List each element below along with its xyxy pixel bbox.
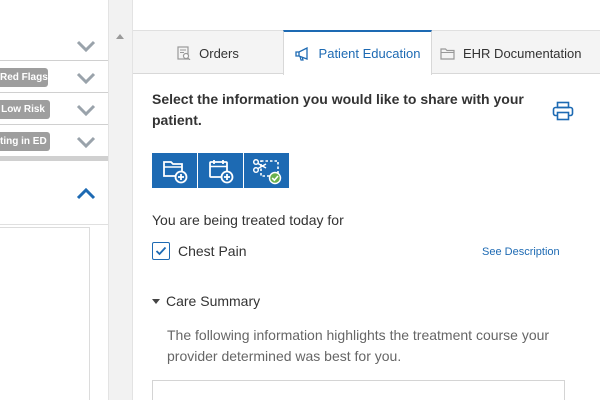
add-appointment-button[interactable] xyxy=(198,153,243,188)
scroll-up-arrow-icon[interactable] xyxy=(116,34,124,39)
tab-orders-label: Orders xyxy=(199,45,239,61)
orders-icon xyxy=(177,46,191,60)
accordion-row-waiting[interactable]: ting in ED xyxy=(0,126,108,157)
chest-pain-checkbox[interactable] xyxy=(152,242,170,260)
care-summary-description: The following information highlights the… xyxy=(167,327,550,364)
folder-add-icon xyxy=(162,160,187,183)
calendar-add-icon xyxy=(208,159,233,183)
waiting-badge: ting in ED xyxy=(0,132,50,151)
see-description-link[interactable]: See Description xyxy=(482,246,560,258)
print-icon[interactable] xyxy=(552,101,574,121)
chevron-down-icon[interactable] xyxy=(76,71,96,85)
clip-selection-button[interactable] xyxy=(244,153,289,188)
tab-orders[interactable]: Orders xyxy=(133,31,283,75)
right-panel: Orders Patient Education EHR Documentati… xyxy=(133,0,600,400)
chevron-up-icon[interactable] xyxy=(76,187,96,201)
tab-patient-education[interactable]: Patient Education xyxy=(283,30,432,75)
chevron-down-icon[interactable] xyxy=(76,135,96,149)
treated-for-label: You are being treated today for xyxy=(152,212,344,228)
care-summary-toggle[interactable]: Care Summary xyxy=(152,293,260,309)
left-panel: Red Flags Low Risk ting in ED xyxy=(0,0,108,400)
low-risk-badge: Low Risk xyxy=(0,100,50,119)
care-summary-label: Care Summary xyxy=(166,293,261,309)
diagnosis-label: Chest Pain xyxy=(178,243,247,259)
red-flags-badge: Red Flags xyxy=(0,68,48,87)
tab-ehr-documentation[interactable]: EHR Documentation xyxy=(432,31,600,75)
accordion-row-low-risk[interactable]: Low Risk xyxy=(0,94,108,125)
chevron-down-icon[interactable] xyxy=(76,103,96,117)
care-summary-textbox[interactable] xyxy=(152,380,565,400)
checkmark-icon xyxy=(155,246,167,256)
accordion-row-red-flags[interactable]: Red Flags xyxy=(0,62,108,93)
section-header[interactable] xyxy=(0,161,108,225)
add-document-button[interactable] xyxy=(152,153,197,188)
share-actions xyxy=(152,153,289,188)
tab-ehr-documentation-label: EHR Documentation xyxy=(463,45,582,61)
accordion-row-top[interactable] xyxy=(0,30,108,61)
megaphone-icon xyxy=(294,46,308,61)
tab-bar: Orders Patient Education EHR Documentati… xyxy=(133,30,600,75)
tab-patient-education-label: Patient Education xyxy=(318,46,421,61)
left-content-box xyxy=(0,227,90,400)
chevron-down-icon[interactable] xyxy=(76,39,96,53)
scissors-select-icon xyxy=(252,158,281,184)
caret-down-icon xyxy=(152,298,160,304)
scrollbar[interactable] xyxy=(108,0,133,400)
diagnosis-row: Chest Pain xyxy=(152,242,246,260)
instruction-text: Select the information you would like to… xyxy=(152,91,524,128)
folder-icon xyxy=(440,47,455,60)
patient-education-content: Select the information you would like to… xyxy=(133,75,600,400)
